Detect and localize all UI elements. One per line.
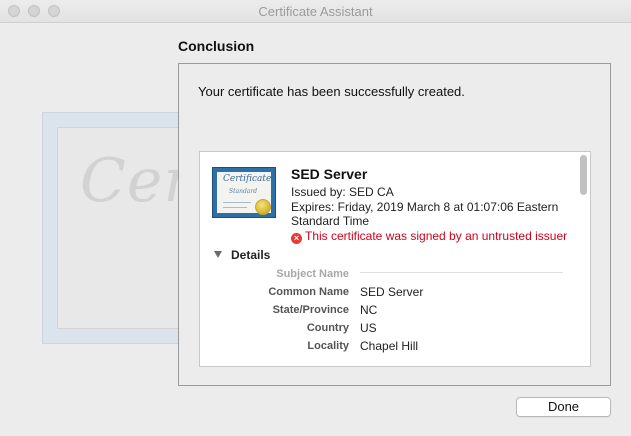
detail-row-value: US <box>360 321 377 335</box>
detail-row-label: Locality <box>307 340 349 352</box>
certificate-warning: × This certificate was signed by an untru… <box>291 229 567 244</box>
thumbnail-line <box>223 207 247 208</box>
certificate-name: SED Server <box>291 166 368 182</box>
detail-row-value: NC <box>360 303 378 317</box>
thumbnail-title: Certificate <box>223 174 272 184</box>
page-heading: Conclusion <box>178 38 255 54</box>
certificate-thumbnail-paper: Certificate Standard <box>217 172 272 215</box>
certificate-summary[interactable]: Certificate Standard SED Server Issued b… <box>199 151 591 367</box>
window-title: Certificate Assistant <box>258 4 373 19</box>
thumbnail-subtitle: Standard <box>229 188 258 195</box>
success-message: Your certificate has been successfully c… <box>198 84 465 99</box>
detail-row-value: Chapel Hill <box>360 339 419 353</box>
details-label: Details <box>231 248 271 262</box>
certificate-seal-icon <box>255 199 271 215</box>
certificate-issuer: Issued by: SED CA <box>291 185 394 199</box>
conclusion-panel: Your certificate has been successfully c… <box>178 63 611 386</box>
certificate-thumbnail-icon: Certificate Standard <box>212 167 276 218</box>
details-disclosure[interactable]: Details <box>214 248 270 262</box>
detail-row-label: Country <box>306 322 349 334</box>
detail-row-label: Common Name <box>268 286 349 298</box>
certificate-expiry: Expires: Friday, 2019 March 8 at 01:07:0… <box>291 200 559 214</box>
thumbnail-line <box>223 202 251 203</box>
section-divider <box>360 272 563 273</box>
certificate-expiry-continued: Standard Time <box>291 214 370 228</box>
scrollbar-thumb[interactable] <box>580 155 587 195</box>
certificate-assistant-window: Certificate Assistant Certif Conclusion … <box>0 0 631 436</box>
done-button[interactable]: Done <box>516 397 611 417</box>
detail-row-value: SED Server <box>360 285 424 299</box>
certificate-warning-text: This certificate was signed by an untrus… <box>305 229 568 243</box>
disclosure-triangle-icon[interactable] <box>214 251 222 258</box>
detail-row-label: State/Province <box>272 304 349 316</box>
error-x-icon: × <box>291 233 302 244</box>
vertical-scrollbar[interactable] <box>578 153 589 365</box>
title-bar: Certificate Assistant <box>0 0 631 23</box>
subject-name-section-label: Subject Name <box>276 268 349 280</box>
